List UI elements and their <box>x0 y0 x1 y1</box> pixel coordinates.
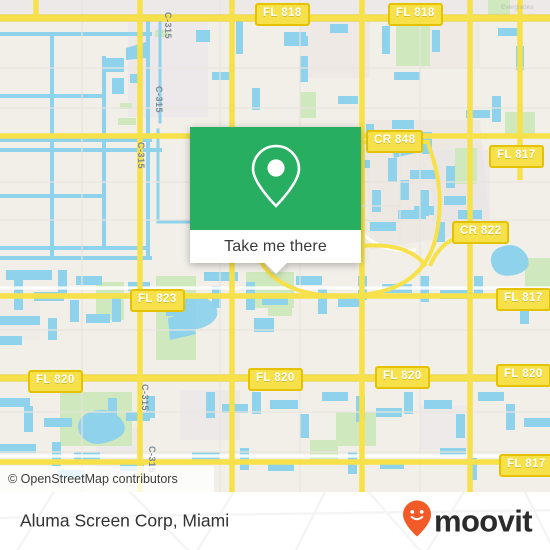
take-me-there-callout[interactable]: Take me there <box>190 127 361 274</box>
canal-label: C-315 <box>136 142 146 170</box>
osm-attribution-text: © OpenStreetMap contributors <box>8 472 178 486</box>
canal-label: C-315 <box>163 12 173 40</box>
canal-label: C-315 <box>154 86 164 114</box>
road-shield[interactable]: FL 820 <box>28 370 83 393</box>
map-canvas[interactable]: .w { fill:#8ed2ec; } .wl { stroke:#8ed2e… <box>0 0 550 492</box>
road-shield[interactable]: FL 817 <box>499 454 550 477</box>
callout-image <box>190 127 361 230</box>
road-shield[interactable]: FL 818 <box>255 3 310 26</box>
road-shield[interactable]: FL 820 <box>496 364 550 387</box>
callout-pointer <box>264 263 287 274</box>
canal-label: C-315 <box>140 384 150 412</box>
place-label: Everglades <box>501 4 534 11</box>
moovit-wordmark: moovit <box>433 503 533 539</box>
road-shield[interactable]: FL 818 <box>388 3 443 26</box>
callout-action-bar[interactable]: Take me there <box>190 230 361 274</box>
map-screenshot: .w { fill:#8ed2ec; } .wl { stroke:#8ed2e… <box>0 0 550 550</box>
road-shield[interactable]: CR 848 <box>366 130 424 153</box>
road-shield[interactable]: FL 817 <box>489 145 544 168</box>
road-shield[interactable]: FL 823 <box>130 289 185 312</box>
road-shield[interactable]: FL 817 <box>496 288 550 311</box>
road-shield[interactable]: FL 820 <box>375 366 430 389</box>
moovit-pin-icon <box>402 500 432 543</box>
take-me-there-label: Take me there <box>224 237 327 255</box>
osm-attribution[interactable]: © OpenStreetMap contributors <box>0 466 214 492</box>
moovit-logo[interactable]: moovit <box>402 500 533 543</box>
page-title: Aluma Screen Corp, Miami <box>20 510 230 531</box>
road-shield[interactable]: CR 822 <box>452 221 510 244</box>
footer-bar: Aluma Screen Corp, Miami moovit <box>0 492 550 550</box>
map-pin-icon <box>250 143 302 214</box>
road-shield[interactable]: FL 820 <box>248 368 303 391</box>
